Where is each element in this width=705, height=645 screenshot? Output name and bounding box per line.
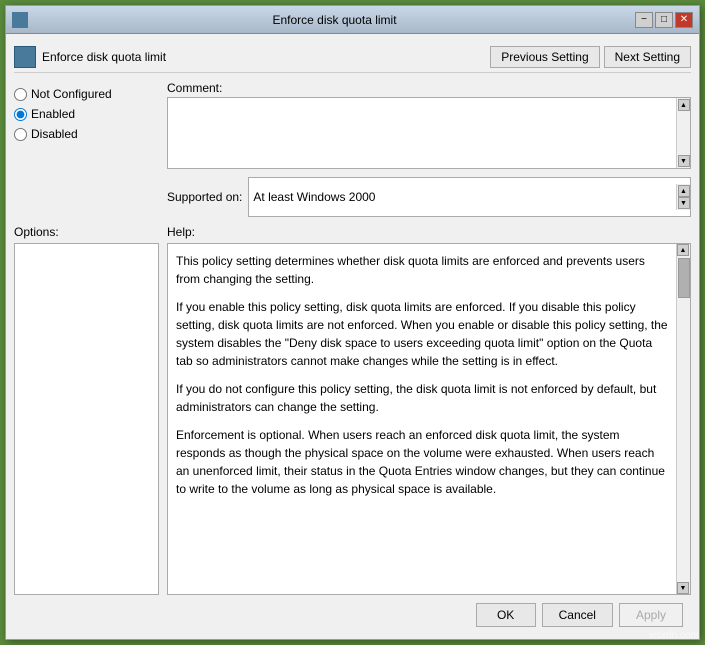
content-area: Enforce disk quota limit Previous Settin… bbox=[6, 34, 699, 639]
scroll-down-arrow[interactable]: ▼ bbox=[678, 155, 690, 167]
window-icon bbox=[12, 12, 28, 28]
prev-setting-button[interactable]: Previous Setting bbox=[490, 46, 599, 68]
main-window: Enforce disk quota limit − □ ✕ Enforce d… bbox=[5, 5, 700, 640]
supported-label: Supported on: bbox=[167, 190, 242, 204]
title-bar: Enforce disk quota limit − □ ✕ bbox=[6, 6, 699, 34]
right-column: Comment: ▲ ▼ Supported on: At least bbox=[167, 81, 691, 217]
supported-scroll-up[interactable]: ▲ bbox=[678, 185, 690, 197]
radio-group: Not Configured Enabled Disabled bbox=[14, 83, 159, 141]
nav-buttons: Previous Setting Next Setting bbox=[490, 46, 691, 68]
cancel-button[interactable]: Cancel bbox=[542, 603, 613, 627]
disabled-option[interactable]: Disabled bbox=[14, 127, 159, 141]
help-scrollbar: ▲ ▼ bbox=[676, 244, 690, 594]
footer: OK Cancel Apply bbox=[14, 595, 691, 631]
help-content: This policy setting determines whether d… bbox=[168, 244, 676, 594]
upper-settings: Not Configured Enabled Disabled Comment: bbox=[14, 81, 691, 217]
enabled-option[interactable]: Enabled bbox=[14, 107, 159, 121]
header-icon bbox=[14, 46, 36, 68]
help-paragraph-4: Enforcement is optional. When users reac… bbox=[176, 426, 668, 498]
options-label: Options: bbox=[14, 225, 59, 239]
help-scroll-down[interactable]: ▼ bbox=[677, 582, 689, 594]
window-title: Enforce disk quota limit bbox=[34, 13, 635, 27]
help-scroll-up[interactable]: ▲ bbox=[677, 244, 689, 256]
help-paragraph-2: If you enable this policy setting, disk … bbox=[176, 298, 668, 370]
comment-scrollbar: ▲ ▼ bbox=[676, 98, 690, 168]
help-label: Help: bbox=[167, 225, 195, 239]
minimize-button[interactable]: − bbox=[635, 12, 653, 28]
comment-wrapper: ▲ ▼ bbox=[167, 97, 691, 169]
supported-section: Supported on: At least Windows 2000 ▲ ▼ bbox=[167, 177, 691, 217]
close-button[interactable]: ✕ bbox=[675, 12, 693, 28]
enabled-label: Enabled bbox=[31, 107, 75, 121]
header-title-text: Enforce disk quota limit bbox=[42, 50, 166, 64]
header-title-group: Enforce disk quota limit bbox=[14, 46, 166, 68]
bottom-section: This policy setting determines whether d… bbox=[14, 243, 691, 595]
options-box bbox=[14, 243, 159, 595]
help-paragraph-3: If you do not configure this policy sett… bbox=[176, 380, 668, 416]
disabled-radio[interactable] bbox=[14, 128, 27, 141]
scroll-up-arrow[interactable]: ▲ bbox=[678, 99, 690, 111]
scrollbar-track bbox=[677, 256, 690, 582]
ok-button[interactable]: OK bbox=[476, 603, 536, 627]
scrollbar-thumb[interactable] bbox=[678, 258, 690, 298]
enabled-radio[interactable] bbox=[14, 108, 27, 121]
comment-label: Comment: bbox=[167, 81, 691, 95]
not-configured-radio[interactable] bbox=[14, 88, 27, 101]
options-panel bbox=[14, 243, 159, 595]
supported-scroll-down[interactable]: ▼ bbox=[678, 197, 690, 209]
next-setting-button[interactable]: Next Setting bbox=[604, 46, 691, 68]
help-label-container: Help: bbox=[167, 225, 691, 239]
not-configured-label: Not Configured bbox=[31, 87, 112, 101]
not-configured-option[interactable]: Not Configured bbox=[14, 87, 159, 101]
radio-column: Not Configured Enabled Disabled bbox=[14, 81, 159, 141]
help-panel: This policy setting determines whether d… bbox=[167, 243, 691, 595]
comment-section: Comment: ▲ ▼ bbox=[167, 81, 691, 169]
header-section: Enforce disk quota limit Previous Settin… bbox=[14, 42, 691, 73]
watermark: wsxdn.com bbox=[649, 630, 699, 641]
title-bar-controls: − □ ✕ bbox=[635, 12, 693, 28]
supported-wrapper: At least Windows 2000 ▲ ▼ bbox=[248, 177, 691, 217]
disabled-label: Disabled bbox=[31, 127, 78, 141]
supported-scrollbar: ▲ ▼ bbox=[676, 184, 690, 210]
help-paragraph-1: This policy setting determines whether d… bbox=[176, 252, 668, 288]
panel-labels: Options: Help: bbox=[14, 225, 691, 239]
maximize-button[interactable]: □ bbox=[655, 12, 673, 28]
supported-value: At least Windows 2000 bbox=[249, 188, 676, 206]
help-box: This policy setting determines whether d… bbox=[167, 243, 691, 595]
comment-input[interactable] bbox=[168, 98, 676, 168]
options-label-container: Options: bbox=[14, 225, 159, 239]
apply-button[interactable]: Apply bbox=[619, 603, 683, 627]
